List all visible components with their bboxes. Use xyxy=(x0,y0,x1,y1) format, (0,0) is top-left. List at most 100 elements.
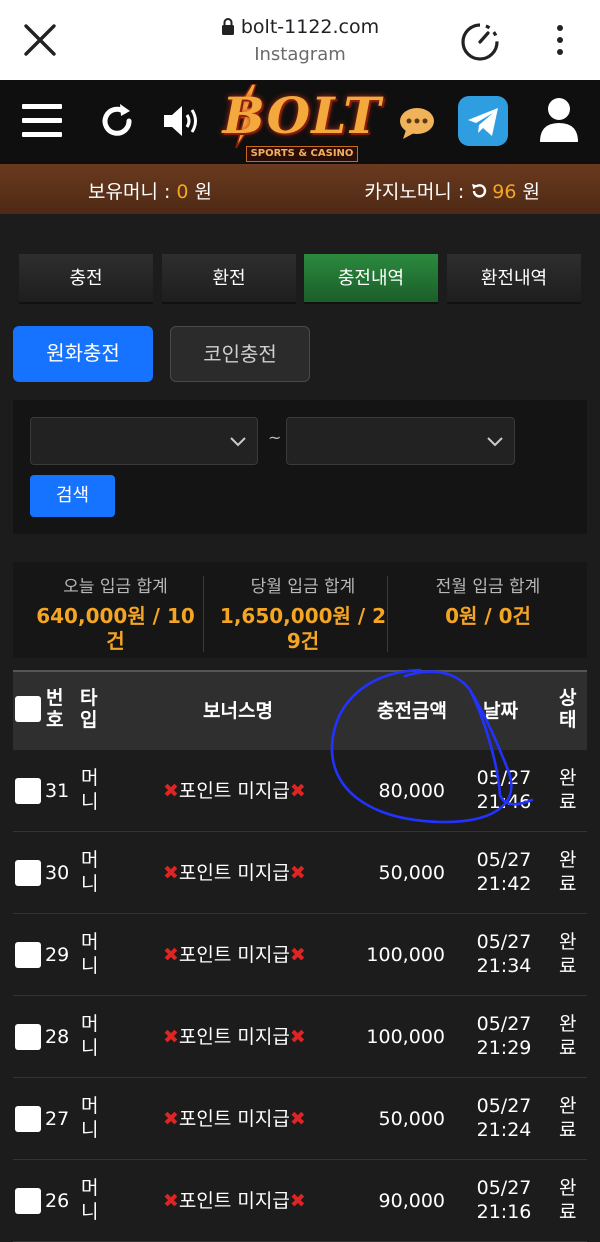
won-charge-button[interactable]: 원화충전 xyxy=(13,326,153,382)
row-no: 31 xyxy=(45,780,70,802)
select-all-checkbox[interactable] xyxy=(15,696,41,722)
row-amount: 50,000 xyxy=(378,862,445,884)
row-time: 21:34 xyxy=(476,955,532,977)
row-type: 머니 xyxy=(81,849,99,895)
table-row: 28 머니 ✖포인트 미지급✖ 100,000 05/27 21:29 완료 xyxy=(13,996,587,1078)
row-checkbox[interactable] xyxy=(15,1024,41,1050)
row-type: 머니 xyxy=(81,931,99,977)
row-status: 완료 xyxy=(559,1177,577,1223)
cross-icon: ✖ xyxy=(289,1108,306,1130)
row-checkbox[interactable] xyxy=(15,1188,41,1214)
casino-value: 96 xyxy=(492,181,517,203)
row-amount: 80,000 xyxy=(378,780,445,802)
row-type: 머니 xyxy=(81,767,99,813)
site-logo[interactable]: BOLT SPORTS & CASINO xyxy=(218,84,386,162)
col-type: 타입 xyxy=(80,687,98,731)
row-time: 21:42 xyxy=(476,873,532,895)
summary-divider xyxy=(387,576,388,652)
deposit-summary: 오늘 입금 합계 640,000원 / 10건 당월 입금 합계 1,650,0… xyxy=(13,562,587,658)
row-no: 27 xyxy=(45,1108,70,1130)
tab-charge-history[interactable]: 충전내역 xyxy=(304,254,438,304)
money-value: 0 xyxy=(176,181,189,203)
row-status: 완료 xyxy=(559,931,577,977)
tab-exchange[interactable]: 환전 xyxy=(162,254,296,304)
row-status: 완료 xyxy=(559,1095,577,1141)
row-time: 21:46 xyxy=(476,791,532,813)
table-row: 31 머니 ✖포인트 미지급✖ 80,000 05/27 21:46 완료 xyxy=(13,750,587,832)
row-checkbox[interactable] xyxy=(15,860,41,886)
row-date: 05/27 xyxy=(476,931,532,953)
user-icon[interactable] xyxy=(538,96,580,144)
row-type: 머니 xyxy=(81,1013,99,1059)
site-header: BOLT SPORTS & CASINO xyxy=(0,80,600,164)
timer-icon[interactable] xyxy=(458,20,502,64)
refresh-icon[interactable] xyxy=(98,102,136,140)
cross-icon: ✖ xyxy=(163,1108,179,1130)
row-checkbox[interactable] xyxy=(15,1106,41,1132)
cross-icon: ✖ xyxy=(163,944,179,966)
row-bonus: ✖포인트 미지급✖ xyxy=(163,780,306,802)
chevron-down-icon xyxy=(230,437,246,447)
logo-main: BOLT xyxy=(222,86,382,145)
last-month-summary: 전월 입금 합계 0원 / 0건 xyxy=(435,577,541,628)
table-row: 29 머니 ✖포인트 미지급✖ 100,000 05/27 21:34 완료 xyxy=(13,914,587,996)
row-bonus: ✖포인트 미지급✖ xyxy=(163,944,306,966)
chat-icon[interactable] xyxy=(398,106,436,140)
row-time: 21:29 xyxy=(476,1037,532,1059)
row-amount: 90,000 xyxy=(378,1190,445,1212)
row-status: 완료 xyxy=(559,767,577,813)
browser-url[interactable]: bolt-1122.com xyxy=(0,16,600,38)
row-status: 완료 xyxy=(559,849,577,895)
browser-subtitle: Instagram xyxy=(254,44,346,65)
chevron-down-icon xyxy=(487,437,503,447)
row-amount: 50,000 xyxy=(378,1108,445,1130)
filter-panel: ~ 검색 xyxy=(13,400,587,534)
row-date: 05/27 xyxy=(476,1177,532,1199)
cross-icon: ✖ xyxy=(163,1190,179,1212)
row-bonus: ✖포인트 미지급✖ xyxy=(163,1190,306,1212)
row-status: 완료 xyxy=(559,1013,577,1059)
row-date: 05/27 xyxy=(476,849,532,871)
row-checkbox[interactable] xyxy=(15,942,41,968)
row-bonus: ✖포인트 미지급✖ xyxy=(163,1026,306,1048)
cross-icon: ✖ xyxy=(163,1026,179,1048)
cross-icon: ✖ xyxy=(289,944,306,966)
more-vert-icon[interactable] xyxy=(548,22,572,58)
date-range-separator: ~ xyxy=(268,428,282,447)
row-checkbox[interactable] xyxy=(15,778,41,804)
row-no: 28 xyxy=(45,1026,70,1048)
row-type: 머니 xyxy=(81,1177,99,1223)
search-button[interactable]: 검색 xyxy=(30,475,115,517)
tab-charge[interactable]: 충전 xyxy=(19,254,153,304)
summary-divider xyxy=(203,576,204,652)
tab-exchange-history[interactable]: 환전내역 xyxy=(447,254,581,304)
row-date: 05/27 xyxy=(476,767,532,789)
col-status: 상태 xyxy=(559,687,577,731)
casino-refresh-icon[interactable] xyxy=(470,182,488,200)
row-no: 29 xyxy=(45,944,70,966)
row-amount: 100,000 xyxy=(366,944,445,966)
logo-sub: SPORTS & CASINO xyxy=(246,146,358,162)
row-no: 26 xyxy=(45,1190,70,1212)
coin-charge-button[interactable]: 코인충전 xyxy=(170,326,310,382)
row-bonus: ✖포인트 미지급✖ xyxy=(163,1108,306,1130)
end-date-select[interactable] xyxy=(286,417,515,465)
menu-icon[interactable] xyxy=(22,104,62,138)
cross-icon: ✖ xyxy=(289,780,306,802)
volume-icon[interactable] xyxy=(162,102,204,140)
telegram-icon[interactable] xyxy=(458,96,508,146)
table-row: 26 머니 ✖포인트 미지급✖ 90,000 05/27 21:16 완료 xyxy=(13,1160,587,1242)
browser-bar: bolt-1122.com Instagram xyxy=(0,0,600,80)
cross-icon: ✖ xyxy=(289,862,306,884)
row-type: 머니 xyxy=(81,1095,99,1141)
casino-balance: 카지노머니 : 96 원 xyxy=(364,181,540,203)
balance-bar: 보유머니 : 0 원 카지노머니 : 96 원 xyxy=(0,164,600,214)
today-summary: 오늘 입금 합계 640,000원 / 10건 xyxy=(36,577,195,653)
start-date-select[interactable] xyxy=(30,417,258,465)
money-balance: 보유머니 : 0 원 xyxy=(88,181,213,203)
row-time: 21:24 xyxy=(476,1119,532,1141)
cross-icon: ✖ xyxy=(163,780,179,802)
lock-icon xyxy=(221,18,234,35)
row-amount: 100,000 xyxy=(366,1026,445,1048)
table-row: 30 머니 ✖포인트 미지급✖ 50,000 05/27 21:42 완료 xyxy=(13,832,587,914)
